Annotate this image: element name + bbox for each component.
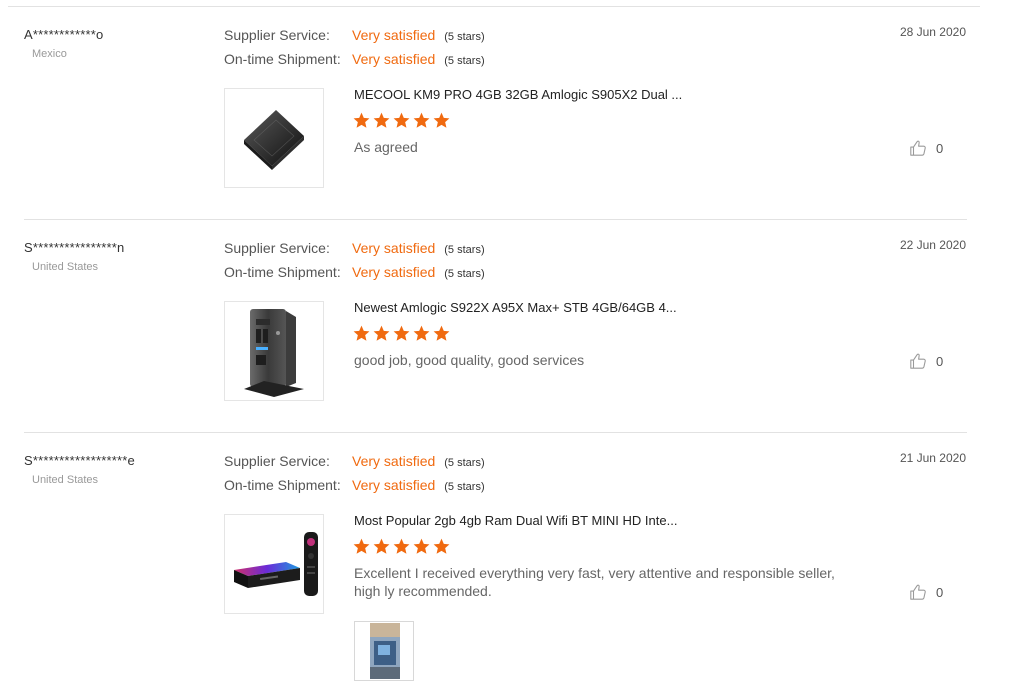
shipment-value: Very satisfied xyxy=(352,264,436,280)
thumbs-up-icon xyxy=(909,139,927,157)
shipment-value: Very satisfied xyxy=(352,477,436,493)
review-date: 28 Jun 2020 xyxy=(899,25,966,39)
star-icon xyxy=(413,112,430,129)
supplier-service-value: Very satisfied xyxy=(352,27,436,43)
product-title-link[interactable]: Newest Amlogic S922X A95X Max+ STB 4GB/6… xyxy=(354,300,677,315)
helpful-count: 0 xyxy=(936,140,944,156)
helpful-button[interactable]: 0 xyxy=(909,352,943,370)
feedback-text: good job, good quality, good services xyxy=(354,352,585,368)
supplier-service-rating: Supplier Service: Very satisfied (5 stars) xyxy=(224,25,485,45)
star-icon xyxy=(393,538,410,555)
tv-box-remote-icon xyxy=(234,532,318,596)
star-icon xyxy=(373,538,390,555)
star-icon xyxy=(353,538,370,555)
product-star-rating xyxy=(353,112,450,129)
star-icon xyxy=(353,325,370,342)
supplier-service-stars: (5 stars) xyxy=(444,31,485,43)
star-icon xyxy=(433,325,450,342)
buyer-name: A************o xyxy=(24,27,104,42)
product-thumbnail[interactable] xyxy=(224,514,324,614)
helpful-count: 0 xyxy=(936,353,944,369)
tv-box-tower-icon xyxy=(244,309,304,397)
star-icon xyxy=(433,538,450,555)
star-icon xyxy=(413,538,430,555)
shipment-rating: On-time Shipment: Very satisfied (5 stars) xyxy=(224,49,485,69)
shipment-label: On-time Shipment: xyxy=(224,264,341,280)
supplier-service-label: Supplier Service: xyxy=(224,27,330,43)
star-icon xyxy=(393,325,410,342)
product-star-rating xyxy=(353,538,450,555)
supplier-service-rating: Supplier Service: Very satisfied (5 stars) xyxy=(224,238,485,258)
shipment-value: Very satisfied xyxy=(352,51,436,67)
review-divider xyxy=(24,432,967,433)
feedback-text: Excellent I received everything very fas… xyxy=(354,565,835,599)
product-star-rating xyxy=(353,325,450,342)
star-icon xyxy=(373,112,390,129)
top-divider xyxy=(8,6,980,7)
product-title-link[interactable]: MECOOL KM9 PRO 4GB 32GB Amlogic S905X2 D… xyxy=(354,87,682,102)
buyer-name: S****************n xyxy=(24,240,125,255)
star-icon xyxy=(393,112,410,129)
thumbs-up-icon xyxy=(909,352,927,370)
star-icon xyxy=(413,325,430,342)
helpful-button[interactable]: 0 xyxy=(909,583,943,601)
star-icon xyxy=(433,112,450,129)
buyer-country: United States xyxy=(32,474,99,486)
buyer-country: United States xyxy=(32,261,99,273)
review-date: 21 Jun 2020 xyxy=(899,451,966,465)
supplier-service-label: Supplier Service: xyxy=(224,240,330,256)
helpful-button[interactable]: 0 xyxy=(909,139,943,157)
customer-photo-thumbnail[interactable] xyxy=(354,621,414,681)
shipment-label: On-time Shipment: xyxy=(224,477,341,493)
star-icon xyxy=(373,325,390,342)
shipment-stars: (5 stars) xyxy=(444,55,485,67)
shipment-stars: (5 stars) xyxy=(444,481,485,493)
product-thumbnail[interactable] xyxy=(224,88,324,188)
supplier-service-label: Supplier Service: xyxy=(224,453,330,469)
product-thumbnail[interactable] xyxy=(224,301,324,401)
supplier-service-value: Very satisfied xyxy=(352,240,436,256)
star-icon xyxy=(353,112,370,129)
thumbs-up-icon xyxy=(909,583,927,601)
customer-photo-icon xyxy=(370,623,400,679)
shipment-stars: (5 stars) xyxy=(444,268,485,280)
review-date: 22 Jun 2020 xyxy=(899,238,966,252)
review-divider xyxy=(24,219,967,220)
supplier-service-value: Very satisfied xyxy=(352,453,436,469)
tv-box-square-icon xyxy=(244,110,304,170)
shipment-rating: On-time Shipment: Very satisfied (5 stars) xyxy=(224,262,485,282)
helpful-count: 0 xyxy=(936,584,944,600)
buyer-country: Mexico xyxy=(32,48,67,60)
supplier-service-rating: Supplier Service: Very satisfied (5 stars) xyxy=(224,451,485,471)
feedback-text: As agreed xyxy=(354,139,418,155)
product-title-link[interactable]: Most Popular 2gb 4gb Ram Dual Wifi BT MI… xyxy=(354,513,677,528)
shipment-rating: On-time Shipment: Very satisfied (5 stars) xyxy=(224,475,485,495)
supplier-service-stars: (5 stars) xyxy=(444,457,485,469)
shipment-label: On-time Shipment: xyxy=(224,51,341,67)
supplier-service-stars: (5 stars) xyxy=(444,244,485,256)
buyer-name: S******************e xyxy=(24,453,135,468)
